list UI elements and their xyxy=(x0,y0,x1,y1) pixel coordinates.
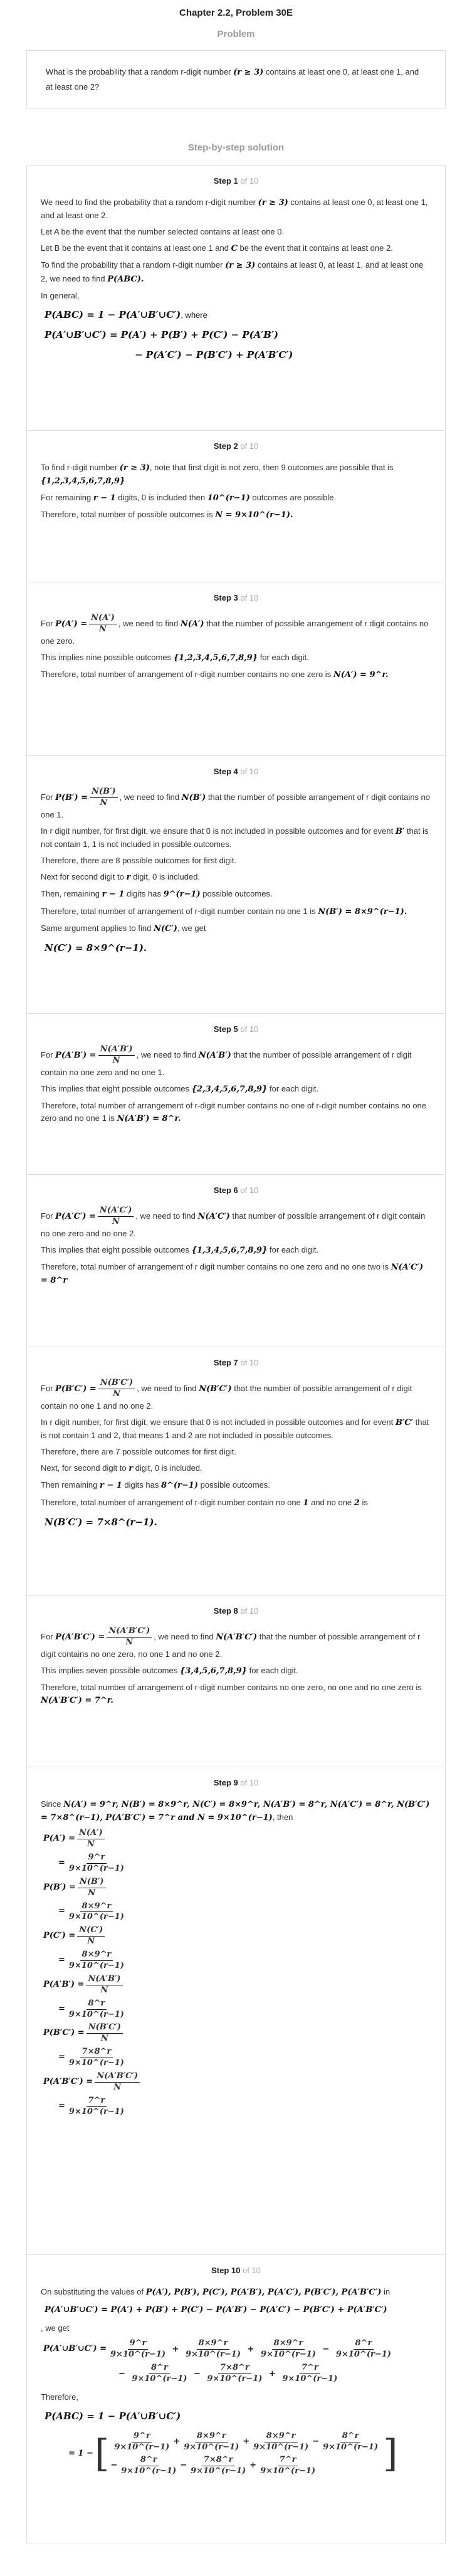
step-7: Step 7 of 10 For P(B′C′) = N(B′C′) N, we n… xyxy=(27,1347,445,1595)
step-9-row-result: = 8^r 9×10^(r−1) xyxy=(58,1999,431,2021)
step-9-row-result: = 8×9^r 9×10^(r−1) xyxy=(58,1950,431,1972)
fraction: 9^r 9×10^(r−1) xyxy=(68,1852,124,1873)
step-by-step-label: Step-by-step solution xyxy=(187,142,285,154)
step-9-calculations: P(A′) = N(A′) N = 9^r 9×10^(r−1) P(B′) = N(B′) N… xyxy=(43,1828,431,2117)
fraction: 8×9^r 9×10^(r−1) xyxy=(260,2338,316,2359)
step-6-heading: Step 6 of 10 xyxy=(213,1185,259,1196)
step-9-row: P(A′B′C′) = N(A′B′C′) N xyxy=(43,2071,431,2093)
step-9-row: P(C′) = N(C′) N xyxy=(43,1925,431,1947)
step-5: Step 5 of 10 For P(A′B′) = N(A′B′) N, we n… xyxy=(27,1013,445,1174)
fraction: 8^r 9×10^(r−1) xyxy=(132,2362,187,2384)
step-10-substitution: P(A′∪B′∪C′) = 9^r 9×10^(r−1) + 8×9^r 9×10^(… xyxy=(43,2338,431,2385)
step-1: Step 1 of 10 We need to find the probabi… xyxy=(27,166,445,430)
step-9-row-result: = 8×9^r 9×10^(r−1) xyxy=(58,1901,431,1923)
step-1-equation-2: P(A′∪B′∪C′) = P(A′) + P(B′) + P(C′) − P(… xyxy=(45,329,279,340)
step-4: Step 4 of 10 For P(B′) = N(B′) N, we need … xyxy=(27,755,445,1013)
fraction: 8^r 9×10^(r−1) xyxy=(335,2338,391,2359)
problem-label: Problem xyxy=(217,28,255,39)
steps-container: Step 1 of 10 We need to find the probabi… xyxy=(26,165,446,2544)
step-9-row: P(A′B′) = N(A′B′) N xyxy=(43,1974,431,1996)
fraction: 7×8^r 9×10^(r−1) xyxy=(68,2047,124,2068)
fraction: 8^r 9×10^(r−1) xyxy=(68,1998,124,2019)
step-9-row-result: = 7×8^r 9×10^(r−1) xyxy=(58,2047,431,2069)
step-2: Step 2 of 10 To find r-digit number (r ≥… xyxy=(27,430,445,582)
step-9-row: P(A′) = N(A′) N xyxy=(43,1828,431,1850)
fraction: 8^r 9×10^(r−1) xyxy=(323,2431,379,2452)
step-7-heading: Step 7 of 10 xyxy=(213,1358,259,1368)
step-9-row: P(B′C′) = N(B′C′) N xyxy=(43,2022,431,2044)
fraction: 8×9^r 9×10^(r−1) xyxy=(68,1950,124,1970)
step-9-heading: Step 9 of 10 xyxy=(213,1778,259,1788)
fraction: 8×9^r 9×10^(r−1) xyxy=(68,1901,124,1922)
step-8-heading: Step 8 of 10 xyxy=(213,1606,259,1616)
fraction: N(A′) N xyxy=(77,1828,105,1850)
step-5-heading: Step 5 of 10 xyxy=(213,1024,259,1034)
step-9-row-result: = 9^r 9×10^(r−1) xyxy=(58,1853,431,1874)
step-1-equation-3: − P(A′C′) − P(B′C′) + P(A′B′C′) xyxy=(135,349,293,360)
fraction: 7×8^r 9×10^(r−1) xyxy=(191,2455,246,2476)
fraction: 7^r 9×10^(r−1) xyxy=(68,2095,124,2116)
step-10-final: = 1 − [ 9^r 9×10^(r−1) + 8×9^r 9×10^(r−1) … xyxy=(68,2431,398,2476)
fraction: N(B′) N xyxy=(77,1877,106,1899)
step-1-equation-1: P(ABC) = 1 − P(A′∪B′∪C′), where xyxy=(45,308,207,320)
fraction: N(A′B′) N xyxy=(86,1974,123,1996)
step-4-heading: Step 4 of 10 xyxy=(213,767,259,777)
page: Chapter 2.2, Problem 30E Problem What is… xyxy=(0,0,472,2568)
step-8: Step 8 of 10 For P(A′B′C′) = N(A′B′C′) N, … xyxy=(27,1595,445,1767)
step-9-row-result: = 7^r 9×10^(r−1) xyxy=(58,2096,431,2118)
step-9-row: P(B′) = N(B′) N xyxy=(43,1877,431,1899)
fraction: 7^r 9×10^(r−1) xyxy=(260,2455,316,2476)
step-10-heading: Step 10 of 10 xyxy=(211,2266,261,2276)
step-6: Step 6 of 10 For P(A′C′) = N(A′C′) N, we n… xyxy=(27,1174,445,1347)
step-1-heading: Step 1 of 10 xyxy=(213,176,259,186)
step-3: Step 3 of 10 For P(A′) = N(A′) N, we need … xyxy=(27,582,445,755)
step-2-heading: Step 2 of 10 xyxy=(213,441,259,451)
fraction: 8×9^r 9×10^(r−1) xyxy=(253,2431,309,2452)
step-9: Step 9 of 10 Since N(A′) = 9^r, N(B′) = … xyxy=(27,1767,445,2254)
fraction: 7^r 9×10^(r−1) xyxy=(282,2362,338,2384)
fraction: N(B′C′) N xyxy=(86,2022,123,2044)
fraction: 8^r 9×10^(r−1) xyxy=(121,2455,177,2476)
fraction: 8×9^r 9×10^(r−1) xyxy=(185,2338,241,2359)
fraction: N(A′B′C′) N xyxy=(95,2071,140,2093)
problem-box: What is the probability that a random r-… xyxy=(26,50,446,109)
problem-text: What is the probability that a random r-… xyxy=(46,66,419,92)
fraction: 9^r 9×10^(r−1) xyxy=(114,2431,170,2452)
fraction: 7×8^r 9×10^(r−1) xyxy=(207,2362,263,2384)
fraction: 9^r 9×10^(r−1) xyxy=(110,2338,166,2359)
step-10: Step 10 of 10 On substituting the values… xyxy=(27,2254,445,2543)
chapter-title: Chapter 2.2, Problem 30E xyxy=(179,8,293,18)
fraction: N(C′) N xyxy=(77,1925,105,1947)
step-3-heading: Step 3 of 10 xyxy=(213,593,259,603)
fraction: 8×9^r 9×10^(r−1) xyxy=(184,2431,239,2452)
